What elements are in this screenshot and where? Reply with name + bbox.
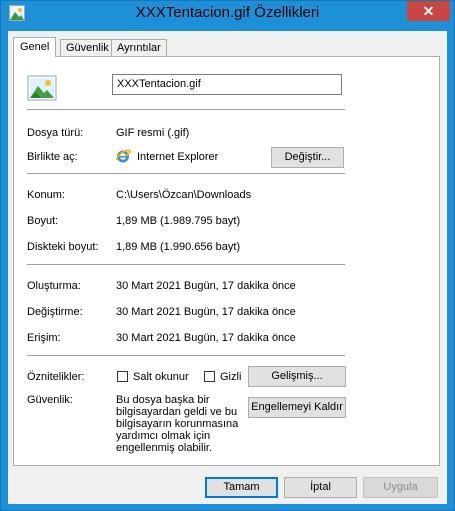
divider [27,109,345,110]
title-bar[interactable]: XXXTentacion.gif Özellikleri ✕ [1,1,454,25]
change-button[interactable]: Değiştir... [271,147,344,168]
dialog-client: Genel Güvenlik Ayrıntılar XXXTentacion.g… [8,31,447,504]
general-panel: XXXTentacion.gif Dosya türü: GIF resmi (… [13,56,440,466]
window-title: XXXTentacion.gif Özellikleri [135,4,320,21]
advanced-button[interactable]: Gelişmiş... [248,366,346,387]
opens-with-value: Internet Explorer [137,151,219,163]
divider [27,355,345,356]
readonly-checkbox[interactable] [117,371,128,382]
location-value: C:\Users\Özcan\Downloads [116,189,252,201]
created-value: 30 Mart 2021 Bugün, 17 dakika önce [116,280,296,292]
close-button[interactable]: ✕ [407,1,450,21]
tab-details[interactable]: Ayrıntılar [111,39,167,56]
image-file-icon [27,75,57,101]
divider [27,264,345,265]
tab-security[interactable]: Güvenlik [60,39,115,56]
modified-value: 30 Mart 2021 Bugün, 17 dakika önce [116,306,296,318]
opens-with-label: Birlikte aç: [27,151,78,163]
created-label: Oluşturma: [27,280,81,292]
location-label: Konum: [27,189,65,201]
file-type-value: GIF resmi (.gif) [116,127,190,139]
tab-general[interactable]: Genel [13,37,57,57]
readonly-label: Salt okunur [133,371,189,383]
size-on-disk-value: 1,89 MB (1.990.656 bayt) [116,241,241,253]
internet-explorer-icon [115,148,131,164]
accessed-value: 30 Mart 2021 Bugün, 17 dakika önce [116,332,296,344]
size-label: Boyut: [27,215,59,227]
hidden-label: Gizli [220,371,242,383]
ok-button[interactable]: Tamam [205,477,278,498]
divider [27,173,345,174]
properties-window: XXXTentacion.gif Özellikleri ✕ Genel Güv… [0,0,455,511]
file-type-label: Dosya türü: [27,127,84,139]
file-name-input[interactable]: XXXTentacion.gif [112,74,342,95]
cancel-button[interactable]: İptal [284,477,357,498]
apply-button[interactable]: Uygula [363,477,438,498]
unblock-button[interactable]: Engellemeyi Kaldır [248,397,346,418]
size-on-disk-label: Diskteki boyut: [27,241,99,253]
attributes-label: Öznitelikler: [27,371,85,383]
accessed-label: Erişim: [27,332,61,344]
size-value: 1,89 MB (1.989.795 bayt) [116,215,241,227]
hidden-checkbox[interactable] [204,371,215,382]
security-message: Bu dosya başka bir bilgisayardan geldi v… [116,394,239,454]
modified-label: Değiştirme: [27,306,83,318]
close-icon: ✕ [422,3,435,19]
security-label: Güvenlik: [27,394,73,406]
